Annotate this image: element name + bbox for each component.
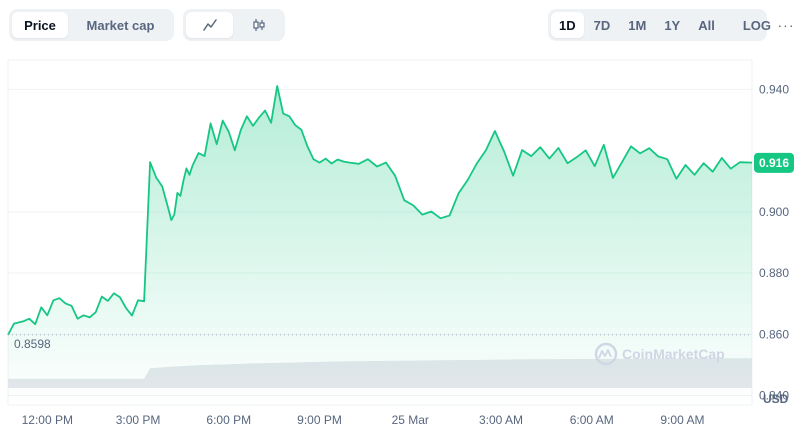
y-tick-label: 0.940 (759, 82, 789, 96)
x-tick-label: 6:00 PM (206, 413, 251, 427)
x-tick-label: 9:00 AM (660, 413, 704, 427)
open-price-label: 0.8598 (14, 337, 51, 351)
x-tick-label: 3:00 AM (479, 413, 523, 427)
x-tick-label: 9:00 PM (297, 413, 342, 427)
currency-unit-label: USD (763, 392, 789, 406)
y-tick-label: 0.880 (759, 266, 789, 280)
price-chart[interactable]: 0.9400.9000.8800.8600.840 12:00 PM 3:00 P… (0, 0, 800, 434)
y-tick-label: 0.860 (759, 327, 789, 341)
x-tick-label: 6:00 AM (570, 413, 614, 427)
y-tick-label: 0.900 (759, 205, 789, 219)
x-tick-label: 25 Mar (392, 413, 429, 427)
watermark-text: CoinMarketCap (622, 346, 725, 362)
x-tick-label: 12:00 PM (22, 413, 73, 427)
current-price-label: 0.916 (759, 156, 789, 170)
x-tick-label: 3:00 PM (116, 413, 161, 427)
